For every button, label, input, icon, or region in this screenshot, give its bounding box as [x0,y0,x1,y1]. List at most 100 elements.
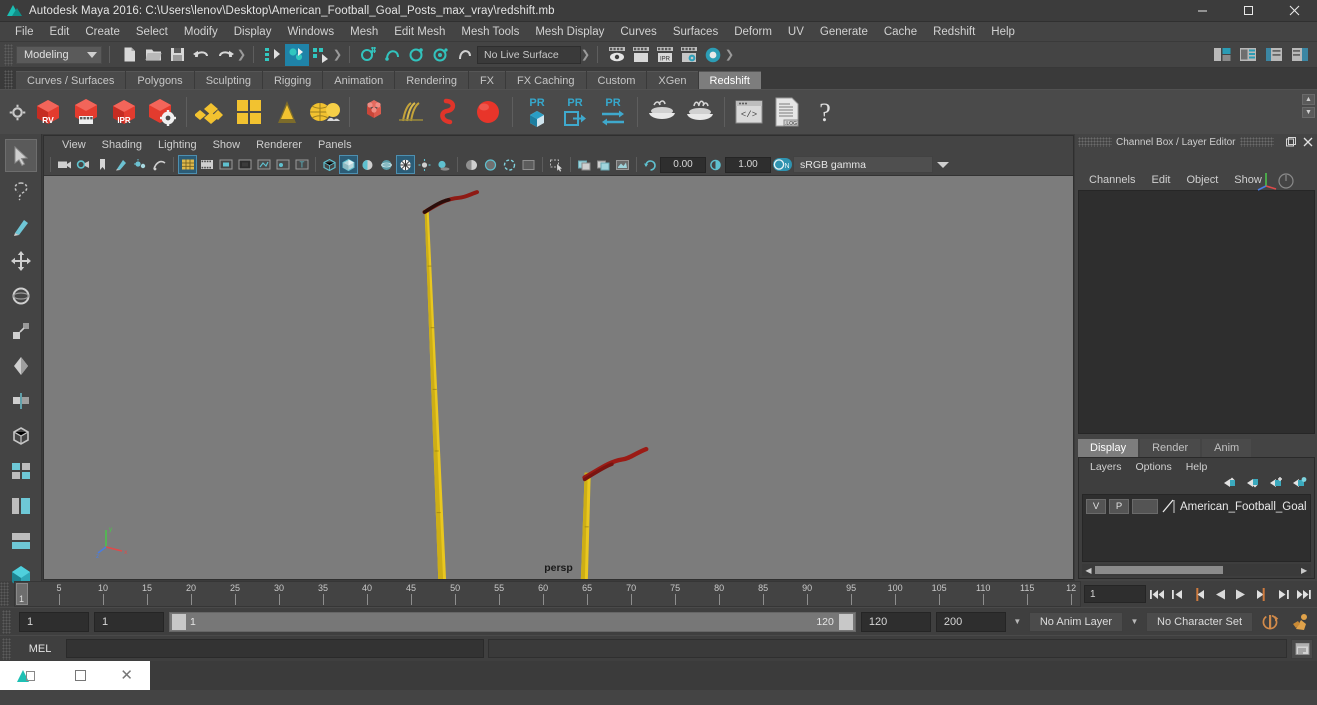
play-forwards-icon[interactable] [1231,583,1251,605]
layout-single-perspective-icon[interactable] [5,419,37,452]
undock-icon[interactable] [1285,136,1298,148]
close-button[interactable] [1271,0,1317,22]
channel-menu-channels[interactable]: Channels [1081,174,1143,186]
gamma-field[interactable]: 1.00 [725,156,771,173]
maya-taskbar-icon[interactable] [17,668,41,684]
layout-four-view-icon[interactable] [5,454,37,487]
shelf-tab-polygons[interactable]: Polygons [126,71,194,89]
step-forward-key-icon[interactable] [1252,583,1272,605]
shelf-tab-rigging[interactable]: Rigging [262,71,323,89]
redshift-pr-transfer-icon[interactable]: PR [595,93,631,131]
grid-toggle-icon[interactable] [178,155,197,174]
redshift-matte-icon[interactable] [231,93,267,131]
last-tool-icon[interactable] [5,349,37,382]
step-back-key-icon[interactable] [1189,583,1209,605]
tab-render[interactable]: Render [1140,439,1201,457]
smooth-shade-icon[interactable] [339,155,358,174]
layer-playback-toggle[interactable]: P [1109,499,1129,514]
shelf-tab-xgen[interactable]: XGen [647,71,698,89]
new-layer-from-selected-icon[interactable] [1292,476,1308,494]
layout-persp-graph-icon[interactable] [5,524,37,557]
menu-file[interactable]: File [7,22,42,42]
xray-joints-icon[interactable] [254,155,273,174]
snap-to-projected-center-icon[interactable] [429,44,453,66]
script-editor-icon[interactable] [1291,638,1313,659]
menu-select[interactable]: Select [128,22,176,42]
show-hide-editors-icon[interactable] [1210,44,1234,66]
menu-help[interactable]: Help [983,22,1023,42]
command-input[interactable] [66,639,484,658]
range-end-field[interactable]: 120 [860,611,931,632]
tab-display[interactable]: Display [1078,439,1139,457]
shelf-tab-fx-caching[interactable]: FX Caching [506,71,586,89]
go-to-start-icon[interactable] [1147,583,1167,605]
show-manipulator-icon[interactable] [5,384,37,417]
select-tool-icon[interactable] [4,139,37,172]
character-set-selector[interactable]: No Character Set [1146,611,1253,632]
shelf-tab-rendering[interactable]: Rendering [395,71,468,89]
shelf-tab-redshift[interactable]: Redshift [698,71,761,89]
panel-tear-off-icon[interactable] [594,155,613,174]
shadows-icon[interactable] [150,155,169,174]
channel-menu-edit[interactable]: Edit [1143,174,1178,186]
exposure-reset-icon[interactable] [641,155,660,174]
menu-curves[interactable]: Curves [612,22,664,42]
two-sided-lighting-icon[interactable] [131,155,150,174]
render-settings-icon[interactable] [677,44,701,66]
status-section-collapse-1[interactable]: ❯ [237,44,246,66]
text-display-icon[interactable]: T [292,155,311,174]
new-layer-icon[interactable] [1269,476,1285,494]
use-all-lights-icon[interactable] [415,155,434,174]
paint-select-tool-icon[interactable] [5,209,37,242]
menu-uv[interactable]: UV [780,22,812,42]
layer-horizontal-scrollbar[interactable]: ◀ ▶ [1082,564,1311,576]
menu-modify[interactable]: Modify [176,22,226,42]
shaded-wireframe-icon[interactable] [377,155,396,174]
range-slider-grip[interactable] [2,609,11,634]
redshift-sphere-light-icon[interactable] [470,93,506,131]
scale-tool-icon[interactable] [5,314,37,347]
flat-shade-icon[interactable] [358,155,377,174]
chevron-down-icon-2[interactable]: ▼ [1128,612,1141,632]
viewport-menu-view[interactable]: View [54,136,94,154]
close-icon[interactable] [1302,136,1315,148]
shelf-tab-curves-surfaces[interactable]: Curves / Surfaces [16,71,126,89]
shelf-options-gear-icon[interactable] [4,92,30,132]
select-by-hierarchy-icon[interactable] [261,44,285,66]
viewport-menu-show[interactable]: Show [205,136,249,154]
tab-anim[interactable]: Anim [1202,439,1252,457]
menu-mesh-display[interactable]: Mesh Display [527,22,612,42]
xray-joints-mode-icon[interactable] [500,155,519,174]
chevron-down-icon[interactable]: ▼ [1011,612,1024,632]
animation-preferences-icon[interactable] [1287,612,1313,631]
film-gate-icon[interactable] [197,155,216,174]
ipr-icon[interactable]: IPR [653,44,677,66]
texture-icon[interactable] [273,155,292,174]
range-handle-right[interactable] [838,613,853,630]
status-section-collapse-3[interactable]: ❯ [581,44,590,66]
current-frame-field[interactable]: 1 [1084,585,1146,603]
redshift-help-icon[interactable]: ? [807,93,843,131]
redshift-script-editor-icon[interactable]: </> [731,93,767,131]
redshift-pr-export-icon[interactable]: PR [557,93,593,131]
move-tool-icon[interactable] [5,244,37,277]
live-surface-field[interactable]: No Live Surface [477,45,581,64]
time-slider-grip[interactable] [0,582,9,606]
redshift-render-sequence-icon[interactable] [68,93,104,131]
chevron-down-icon[interactable] [933,156,953,173]
maximize-button[interactable] [1225,0,1271,22]
redshift-ipr-icon[interactable]: IPR [106,93,142,131]
menu-surfaces[interactable]: Surfaces [665,22,726,42]
layout-outliner-persp-icon[interactable] [5,489,37,522]
gate-mask-icon[interactable] [235,155,254,174]
viewport-menu-panels[interactable]: Panels [310,136,360,154]
layer-row[interactable]: V P American_Football_Goal [1086,498,1307,515]
status-line-grip[interactable] [4,43,13,66]
redshift-curve-icon[interactable] [432,93,468,131]
layer-state-toggle[interactable] [1132,499,1158,514]
menu-redshift[interactable]: Redshift [925,22,983,42]
redshift-proxy-icon[interactable] [193,93,229,131]
shelf-tab-custom[interactable]: Custom [586,71,647,89]
step-back-frame-icon[interactable] [1168,583,1188,605]
shelf-tab-fx[interactable]: FX [468,71,506,89]
